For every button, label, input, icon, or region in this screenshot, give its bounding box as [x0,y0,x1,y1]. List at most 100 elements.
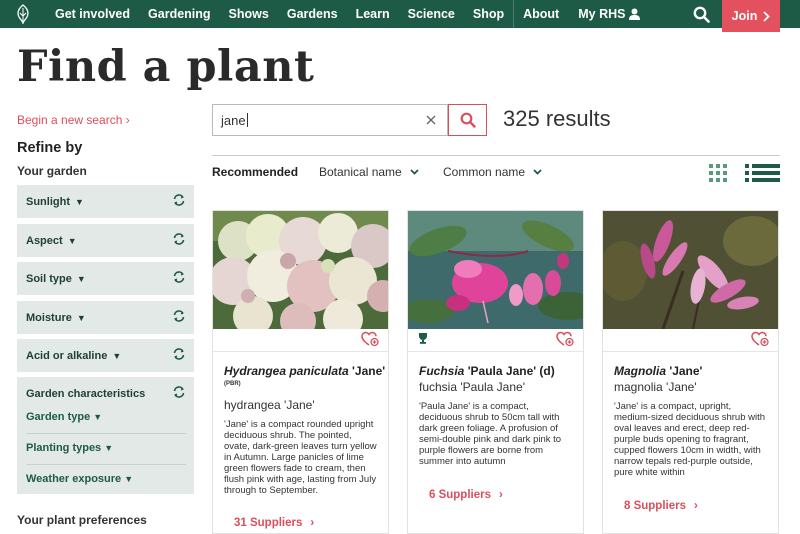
botanical-cultivar: 'Jane' [348,364,386,378]
nav-my-rhs[interactable]: My RHS [568,7,649,21]
page-title: Find a plant [17,42,315,92]
plant-description: 'Jane' is a compact, upright, medium-siz… [614,401,766,478]
plant-image-hydrangea[interactable] [213,211,388,329]
suppliers-label: 6 Suppliers [429,489,491,501]
nav-about[interactable]: About [514,7,568,21]
botanical-genus: Magnolia [614,364,667,378]
refine-by-heading: Refine by [17,140,83,156]
text-cursor [246,113,248,127]
plant-card[interactable]: Magnolia 'Jane' magnolia 'Jane' 'Jane' i… [602,210,779,534]
suppliers-link[interactable]: 8 Suppliers › [624,500,698,512]
grid-view-icon[interactable] [709,164,727,182]
sort-recommended[interactable]: Recommended [212,165,298,179]
suppliers-label: 31 Suppliers [234,517,303,529]
botanical-name[interactable]: Magnolia 'Jane' [614,364,702,378]
close-icon [426,115,436,125]
join-button[interactable]: Join [722,0,780,32]
nav-gardens[interactable]: Gardens [278,7,347,21]
refresh-icon[interactable] [172,385,186,399]
add-to-favourites-icon[interactable] [556,331,574,347]
filter-weather-exposure[interactable]: Weather exposure ▼ [26,473,133,485]
nav-learn[interactable]: Learn [347,7,399,21]
filter-label: Planting types [26,442,102,454]
filter-label: Acid or alkaline [26,349,108,362]
chevron-down-icon: ▼ [104,443,114,453]
plant-image-magnolia[interactable] [603,211,778,329]
refresh-icon[interactable] [172,193,186,207]
common-name: hydrangea 'Jane' [224,398,315,412]
filter-aspect[interactable]: Aspect ▼ [17,224,194,257]
nav-shop[interactable]: Shop [464,7,513,21]
refresh-icon[interactable] [172,270,186,284]
refresh-icon[interactable] [172,347,186,361]
botanical-name[interactable]: Hydrangea paniculata 'Jane' [224,364,385,378]
search-submit-button[interactable] [448,104,487,136]
sort-botanical-name[interactable]: Botanical name [319,165,419,179]
botanical-cultivar: 'Paula Jane' (d) [464,364,555,378]
begin-new-search-label: Begin a new search [17,113,123,127]
sort-label: Common name [443,165,526,179]
suppliers-label: 8 Suppliers [624,500,686,512]
chevron-right-icon: › [310,517,315,529]
suppliers-link[interactable]: 6 Suppliers › [429,489,503,501]
botanical-cultivar: 'Jane' [666,364,703,378]
chevron-down-icon [410,169,419,175]
pbr-label: (PBR) [224,381,241,387]
my-rhs-label: My RHS [578,7,626,21]
chevron-down-icon: ▼ [76,273,86,284]
filter-moisture[interactable]: Moisture ▼ [17,301,194,334]
user-icon [629,8,641,20]
plant-image-fuchsia[interactable] [408,211,583,329]
search-icon [460,112,476,128]
nav-search-button[interactable] [680,0,722,28]
add-to-favourites-icon[interactable] [751,331,769,347]
award-trophy-icon [419,333,427,344]
rhs-logo-icon[interactable] [0,0,46,28]
nav-science[interactable]: Science [399,7,464,21]
chevron-down-icon [533,169,542,175]
plant-card[interactable]: Hydrangea paniculata 'Jane' (PBR) hydran… [212,210,389,534]
suppliers-link[interactable]: 31 Suppliers › [234,517,314,529]
chevron-right-icon: › [499,489,503,501]
plant-card[interactable]: Fuchsia 'Paula Jane' (d) fuchsia 'Paula … [407,210,584,534]
nav-shows[interactable]: Shows [220,7,278,21]
add-to-favourites-icon[interactable] [361,331,379,347]
botanical-name[interactable]: Fuchsia 'Paula Jane' (d) [419,364,555,378]
nav-get-involved[interactable]: Get involved [46,7,139,21]
search-input[interactable]: jane [212,104,448,136]
sort-label: Botanical name [319,165,402,179]
your-garden-heading: Your garden [17,164,87,178]
card-content: Hydrangea paniculata 'Jane' (PBR) hydran… [213,351,388,534]
plant-description: 'Jane' is a compact rounded upright deci… [224,419,377,496]
nav-gardening[interactable]: Gardening [139,7,220,21]
filter-garden-type[interactable]: Garden type ▼ [26,411,102,423]
filter-label: Moisture [26,311,72,324]
refresh-icon[interactable] [172,309,186,323]
chevron-down-icon: ▼ [67,235,77,246]
begin-new-search-link[interactable]: Begin a new search › [17,113,130,127]
filter-planting-types[interactable]: Planting types ▼ [26,442,113,454]
filter-label: Garden type [26,411,91,423]
results-count: 325 results [503,106,611,131]
filter-label: Aspect [26,234,63,247]
filter-label: Sunlight [26,195,70,208]
sort-common-name[interactable]: Common name [443,165,542,179]
clear-search-button[interactable] [422,110,440,130]
search-input-value: jane [221,112,246,128]
refresh-icon[interactable] [172,232,186,246]
card-content: Magnolia 'Jane' magnolia 'Jane' 'Jane' i… [603,351,778,534]
chevron-down-icon: ▼ [75,196,84,207]
list-view-icon[interactable] [745,164,780,182]
common-name: magnolia 'Jane' [614,380,697,394]
filter-acid-or-alkaline[interactable]: Acid or alkaline ▼ [17,339,194,372]
filter-label: Soil type [26,272,72,285]
botanical-genus: Hydrangea paniculata [224,364,349,378]
garden-characteristics-panel: Garden characteristics Garden type ▼ Pla… [17,377,194,494]
join-label: Join [731,9,758,23]
filter-sunlight[interactable]: Sunlight ▼ [17,185,194,218]
common-name: fuchsia 'Paula Jane' [419,380,525,394]
chevron-down-icon: ▼ [124,474,134,484]
filter-label: Weather exposure [26,473,122,485]
chevron-down-icon: ▼ [76,312,86,323]
filter-soil-type[interactable]: Soil type ▼ [17,262,194,295]
